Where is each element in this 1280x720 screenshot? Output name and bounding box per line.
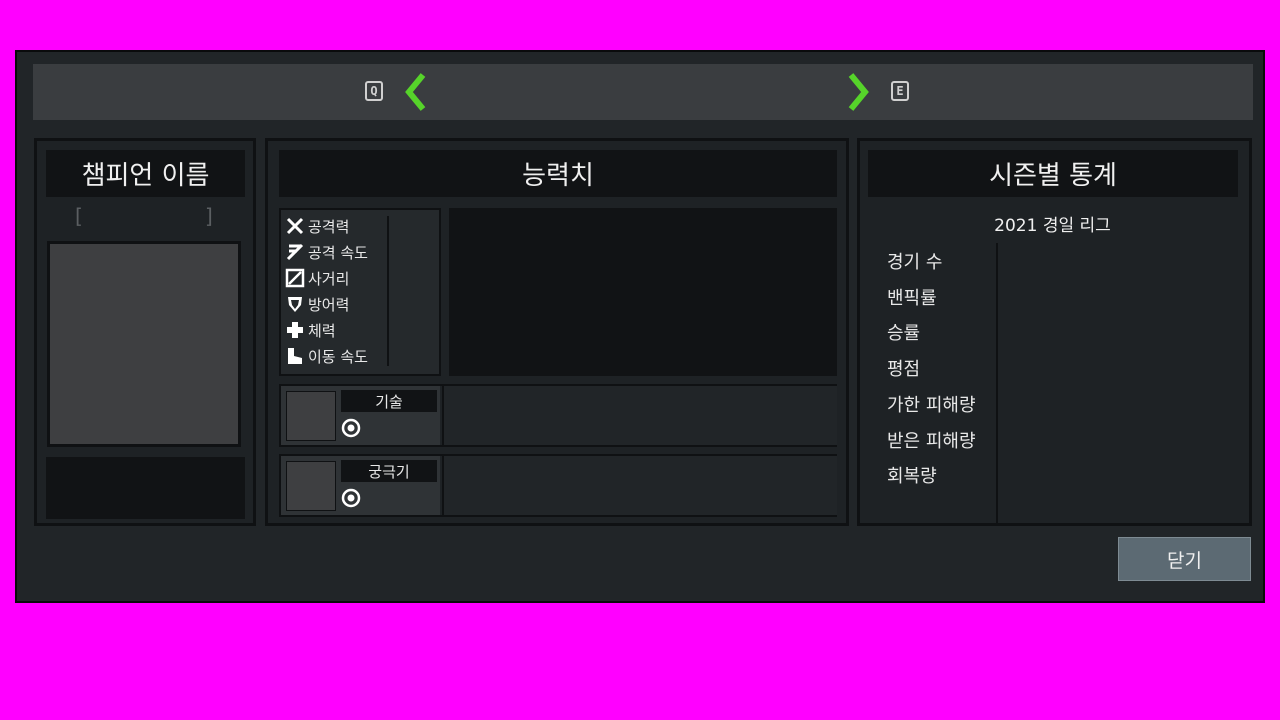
stat-label: 공격력	[308, 217, 350, 236]
bracket-left: [	[75, 204, 83, 228]
stat-divider	[387, 216, 389, 366]
skill-icon	[286, 391, 336, 441]
champion-description-box	[46, 457, 245, 519]
stat-label: 이동 속도	[308, 347, 368, 366]
ultimate-icon	[286, 461, 336, 511]
stat-row-range: 사거리	[285, 266, 349, 290]
stats-panel: 능력치 공격력 공격 속도 사거리 방어력 체력 이동 속도 기술 궁극기	[265, 138, 849, 526]
prev-champion-button[interactable]	[401, 72, 431, 112]
stat-row-attack-speed: 공격 속도	[285, 240, 368, 264]
cross-icon	[287, 322, 303, 338]
chevron-left-icon	[405, 73, 426, 111]
stat-row-move-speed: 이동 속도	[285, 344, 368, 368]
season-row-rating: 평점	[887, 359, 921, 380]
season-row-healing: 회복량	[887, 466, 937, 487]
stat-list: 공격력 공격 속도 사거리 방어력 체력 이동 속도	[279, 208, 441, 376]
boot-icon	[288, 348, 302, 364]
q-key-hint: Q	[365, 81, 383, 101]
target-icon	[341, 488, 361, 508]
target-icon	[341, 418, 361, 438]
chevron-right-icon	[848, 73, 869, 111]
stat-label: 사거리	[308, 269, 350, 288]
attack-speed-icon	[286, 243, 304, 261]
range-icon	[285, 268, 305, 288]
skill-description	[442, 386, 837, 445]
season-row-damage-dealt: 가한 피해량	[887, 395, 976, 416]
stat-row-health: 체력	[285, 318, 336, 342]
ultimate-left: 궁극기	[281, 456, 440, 515]
stat-label: 체력	[308, 321, 336, 340]
stat-row-attack: 공격력	[285, 214, 349, 238]
e-key-hint: E	[891, 81, 909, 101]
stat-graph-area	[449, 208, 837, 376]
season-row-damage-taken: 받은 피해량	[887, 431, 976, 452]
close-button[interactable]: 닫기	[1118, 537, 1251, 581]
season-row-winrate: 승률	[887, 323, 921, 344]
skill-left: 기술	[281, 386, 440, 445]
season-stats-panel: 시즌별 통계 2021 경일 리그 경기 수 밴픽률 승률 평점 가한 피해량 …	[857, 138, 1252, 526]
champion-nav-bar: Q E	[33, 64, 1253, 120]
stat-label: 공격 속도	[308, 243, 368, 262]
bracket-right: ]	[205, 204, 213, 228]
ultimate-label: 궁극기	[341, 460, 437, 482]
ultimate-slot[interactable]: 궁극기	[279, 454, 837, 517]
stat-row-defense: 방어력	[285, 292, 349, 316]
season-title: 2021 경일 리그	[994, 216, 1111, 236]
season-stats-header: 시즌별 통계	[868, 150, 1238, 197]
champion-portrait	[47, 241, 241, 447]
champion-info-window: Q E 챔피언 이름 [ ] 능력치 공격력 공격 속도 사거리 방어력 체력 …	[15, 50, 1265, 603]
ultimate-description	[442, 456, 837, 515]
champion-panel: 챔피언 이름 [ ]	[34, 138, 256, 526]
next-champion-button[interactable]	[843, 72, 873, 112]
stat-label: 방어력	[308, 295, 350, 314]
skill-label: 기술	[341, 390, 437, 412]
skill-slot[interactable]: 기술	[279, 384, 837, 447]
shield-icon	[288, 297, 302, 312]
season-row-banpick: 밴픽률	[887, 288, 937, 309]
season-row-games: 경기 수	[887, 252, 943, 273]
portrait-image	[50, 244, 238, 444]
stats-header: 능력치	[279, 150, 837, 197]
champion-name-header: 챔피언 이름	[46, 150, 245, 197]
season-divider	[996, 243, 998, 525]
sword-icon	[286, 217, 304, 235]
